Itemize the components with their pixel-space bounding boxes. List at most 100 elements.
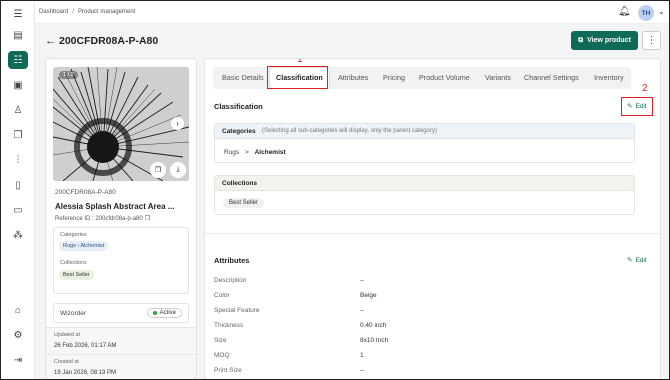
divider xyxy=(205,233,660,234)
external-link-icon: ⧉ xyxy=(578,36,584,44)
product-summary-card: 1 / 2 › ❐ ⤓ 200CFDR08A-P-A80 Alessia Spl… xyxy=(45,58,197,379)
created-label: Created at xyxy=(54,359,79,365)
classification-heading: Classification xyxy=(214,102,263,111)
breadcrumb: Dashboard / Product management xyxy=(39,9,135,15)
tab-variants[interactable]: Variants xyxy=(485,73,511,82)
collection-chip: Best Seller xyxy=(59,270,94,280)
annotation-box-2 xyxy=(621,97,653,116)
annotation-box-1 xyxy=(267,66,328,89)
sidebar: ☰ ▤ ☷ ▣ ♙ ❐ ⫶ ▯ ▭ ⁂ ⌂ ⚙ ⇥ xyxy=(2,2,35,379)
attributes-edit-label: Edit xyxy=(635,256,647,264)
topbar: Dashboard / Product management 🔔︎ TH ⌄ xyxy=(35,2,669,24)
details-card: Basic Details Classification Attributes … xyxy=(204,58,661,379)
attribute-label: Thickness xyxy=(214,322,244,329)
tab-inventory[interactable]: Inventory xyxy=(594,73,624,82)
attribute-label: Color xyxy=(214,292,230,299)
attribute-value: Beige xyxy=(360,292,377,299)
annotation-number-2: 2 xyxy=(642,83,648,94)
status-badge[interactable]: Active xyxy=(146,308,182,318)
download-button[interactable]: ⤓ xyxy=(170,162,186,178)
tab-product-volume[interactable]: Product Volume xyxy=(419,73,470,82)
collections-panel-header: Collections xyxy=(215,176,634,191)
attribute-label: MOQ xyxy=(214,352,230,359)
attribute-value: -- xyxy=(360,367,365,374)
attribute-label: Special Feature xyxy=(214,307,260,314)
product-image-art xyxy=(53,67,189,181)
attribute-value: 0.40 inch xyxy=(360,322,387,329)
attribute-label: Description xyxy=(214,277,247,284)
network-icon[interactable]: ⁂ xyxy=(8,226,28,244)
back-arrow-icon[interactable]: ← xyxy=(45,35,56,47)
category-parent: Rugs xyxy=(63,243,76,249)
created-at-section: Created at 19 Jan 2026, 08:19 PM xyxy=(46,354,196,379)
tab-pricing[interactable]: Pricing xyxy=(383,73,405,82)
chevron-down-icon[interactable]: ⌄ xyxy=(658,7,665,16)
categories-label: Categories xyxy=(60,232,87,238)
updated-value: 26 Feb 2026, 01:17 AM xyxy=(54,343,117,349)
categories-note: (Selecting all sub-categories will displ… xyxy=(262,128,437,134)
next-image-button[interactable]: › xyxy=(171,117,184,130)
folder-icon[interactable]: ▭ xyxy=(8,201,28,219)
updated-label: Updated at xyxy=(54,332,80,338)
image-counter: 1 / 2 xyxy=(59,71,78,79)
users-icon[interactable]: ♙ xyxy=(8,101,28,119)
copy-image-button[interactable]: ❐ xyxy=(150,162,166,178)
annotation-number-1: 1 xyxy=(297,58,303,65)
category-path: Rugs > Alchemist xyxy=(224,149,286,156)
bell-icon[interactable]: 🔔︎ xyxy=(618,6,631,17)
wizorder-row: Wizorder Active xyxy=(53,303,189,323)
product-management-icon[interactable]: ☷ xyxy=(8,51,28,69)
app-frame: ☰ ▤ ☷ ▣ ♙ ❐ ⫶ ▯ ▭ ⁂ ⌂ ⚙ ⇥ Dashboard / Prod… xyxy=(0,0,670,380)
updated-at-section: Updated at 26 Feb 2026, 01:17 AM xyxy=(46,327,196,354)
category-child: Alchemist xyxy=(80,243,105,249)
status-dot-icon xyxy=(152,311,157,315)
avatar[interactable]: TH xyxy=(638,5,654,21)
orders-icon[interactable]: ▣ xyxy=(8,76,28,94)
category-chip: Rugs › Alchemist xyxy=(59,241,109,251)
breadcrumb-separator: / xyxy=(72,9,75,15)
attribute-value: 1 xyxy=(360,352,364,359)
category-path-separator: > xyxy=(245,149,249,156)
attributes-heading: Attributes xyxy=(214,256,250,265)
categories-panel-header: Categories (Selecting all sub-categories… xyxy=(215,124,634,139)
attribute-value: 8x10 Inch xyxy=(360,337,389,344)
more-options-button[interactable]: ⋮ xyxy=(642,31,661,50)
menu-icon[interactable]: ☰ xyxy=(8,5,28,23)
attribute-label: Size xyxy=(214,337,227,344)
gear-icon[interactable]: ⚙ xyxy=(8,326,28,344)
page-title: 200CFDR08A-P-A80 xyxy=(59,35,159,47)
breadcrumb-current: Product management xyxy=(78,9,136,15)
main-content: ← 200CFDR08A-P-A80 ⧉ View product ⋮ 1 / … xyxy=(35,24,669,379)
reference-id: Reference ID : 200cfdr08a-p-a80 ❐ xyxy=(55,215,150,222)
category-path-child: Alchemist xyxy=(254,149,286,156)
wizorder-label: Wizorder xyxy=(60,310,87,317)
dashboard-icon[interactable]: ▤ xyxy=(8,26,28,44)
copy-icon[interactable]: ❐ xyxy=(145,216,150,222)
reference-id-text: Reference ID : 200cfdr08a-p-a80 xyxy=(55,216,143,222)
created-value: 19 Jan 2026, 08:19 PM xyxy=(54,370,117,376)
categories-panel: Categories (Selecting all sub-categories… xyxy=(214,123,635,163)
category-path-parent: Rugs xyxy=(224,149,240,156)
status-text: Active xyxy=(159,310,176,316)
breadcrumb-dashboard[interactable]: Dashboard xyxy=(39,9,68,15)
classification-summary: Categories Rugs › Alchemist Collections … xyxy=(53,227,189,294)
view-product-label: View product xyxy=(587,37,631,44)
attribute-label: Print Size xyxy=(214,367,242,374)
product-sku: 200CFDR08A-P-A80 xyxy=(55,189,116,196)
product-name: Alessia Splash Abstract Area ... xyxy=(55,202,175,211)
collections-title: Collections xyxy=(222,180,258,187)
document-icon[interactable]: ▯ xyxy=(8,176,28,194)
collection-chip: Best Seller xyxy=(223,198,265,208)
store-icon[interactable]: ⌂ xyxy=(8,301,28,319)
copy-icon[interactable]: ❐ xyxy=(8,126,28,144)
tab-basic-details[interactable]: Basic Details xyxy=(222,73,264,82)
collections-label: Collections xyxy=(60,260,87,266)
logout-icon[interactable]: ⇥ xyxy=(8,351,28,369)
attributes-edit-button[interactable]: ✎ Edit xyxy=(627,256,647,265)
tab-channel-settings[interactable]: Channel Settings xyxy=(524,73,579,82)
view-product-button[interactable]: ⧉ View product xyxy=(571,31,638,50)
tab-attributes[interactable]: Attributes xyxy=(338,73,368,82)
settings-sliders-icon[interactable]: ⫶ xyxy=(8,151,28,169)
collections-panel: Collections Best Seller xyxy=(214,175,635,215)
categories-title: Categories xyxy=(222,128,256,135)
